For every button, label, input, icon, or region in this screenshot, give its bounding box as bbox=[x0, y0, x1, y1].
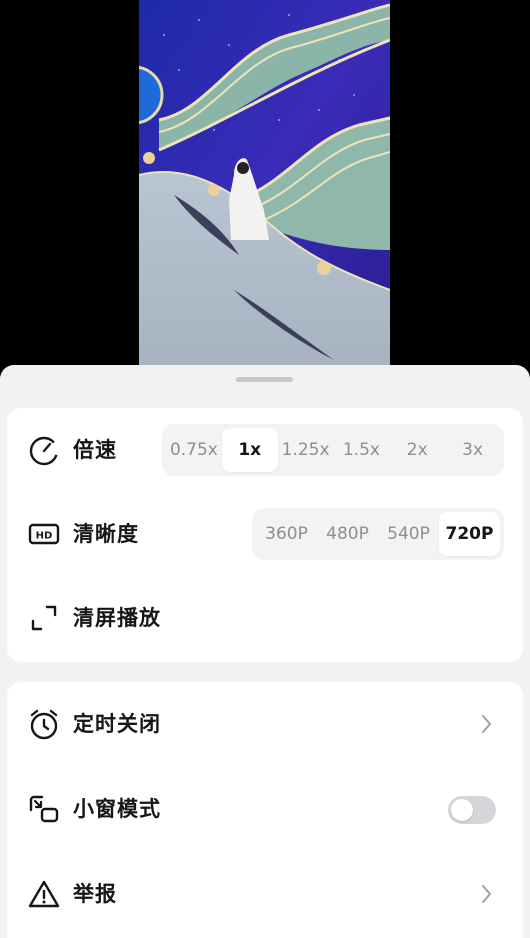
speed-label: 倍速 bbox=[73, 438, 117, 462]
chevron-right-icon bbox=[481, 713, 493, 735]
speed-selector[interactable]: 0.75x 1x 1.25x 1.5x 2x 3x bbox=[162, 424, 504, 476]
speed-dial-icon bbox=[28, 434, 60, 466]
report-row[interactable]: 举报 bbox=[7, 852, 523, 936]
fullscreen-corners-icon bbox=[28, 602, 60, 634]
svg-text:HD: HD bbox=[36, 531, 53, 542]
mini-window-toggle[interactable] bbox=[448, 796, 496, 824]
picture-in-picture-icon bbox=[28, 793, 60, 825]
resolution-label: 清晰度 bbox=[73, 522, 139, 546]
video-thumbnail bbox=[139, 0, 390, 365]
speed-option-1x[interactable]: 1x bbox=[221, 428, 278, 472]
resolution-option-480p[interactable]: 480P bbox=[317, 512, 378, 556]
hd-icon: HD bbox=[28, 518, 60, 550]
more-settings-card: 定时关闭 小窗模式 举报 bbox=[7, 682, 523, 938]
speed-row: 倍速 0.75x 1x 1.25x 1.5x 2x 3x bbox=[7, 408, 523, 492]
video-frame[interactable] bbox=[139, 0, 390, 365]
clear-screen-row[interactable]: 清屏播放 bbox=[7, 576, 523, 660]
mini-window-row: 小窗模式 bbox=[7, 767, 523, 851]
resolution-option-360p[interactable]: 360P bbox=[256, 512, 317, 556]
timer-label: 定时关闭 bbox=[73, 712, 161, 736]
mini-window-label: 小窗模式 bbox=[73, 797, 161, 821]
sheet-grabber[interactable] bbox=[236, 377, 293, 382]
toggle-knob bbox=[451, 799, 473, 821]
resolution-row: HD 清晰度 360P 480P 540P 720P bbox=[7, 492, 523, 576]
warning-triangle-icon bbox=[28, 878, 60, 910]
clear-screen-label: 清屏播放 bbox=[73, 606, 161, 630]
resolution-selector[interactable]: 360P 480P 540P 720P bbox=[252, 508, 504, 560]
alarm-clock-icon bbox=[28, 708, 60, 740]
speed-option-0.75x[interactable]: 0.75x bbox=[166, 428, 222, 472]
playback-settings-card: 倍速 0.75x 1x 1.25x 1.5x 2x 3x HD 清晰度 360P bbox=[7, 408, 523, 662]
speed-option-1.25x[interactable]: 1.25x bbox=[278, 428, 334, 472]
resolution-option-540p[interactable]: 540P bbox=[378, 512, 439, 556]
speed-option-2x[interactable]: 2x bbox=[389, 428, 445, 472]
resolution-option-720p[interactable]: 720P bbox=[439, 512, 500, 556]
settings-sheet: 倍速 0.75x 1x 1.25x 1.5x 2x 3x HD 清晰度 360P bbox=[0, 365, 530, 938]
timer-row[interactable]: 定时关闭 bbox=[7, 682, 523, 766]
video-player[interactable] bbox=[0, 0, 530, 365]
speed-option-3x[interactable]: 3x bbox=[445, 428, 500, 472]
speed-option-1.5x[interactable]: 1.5x bbox=[333, 428, 389, 472]
chevron-right-icon bbox=[481, 883, 493, 905]
report-label: 举报 bbox=[73, 882, 117, 906]
